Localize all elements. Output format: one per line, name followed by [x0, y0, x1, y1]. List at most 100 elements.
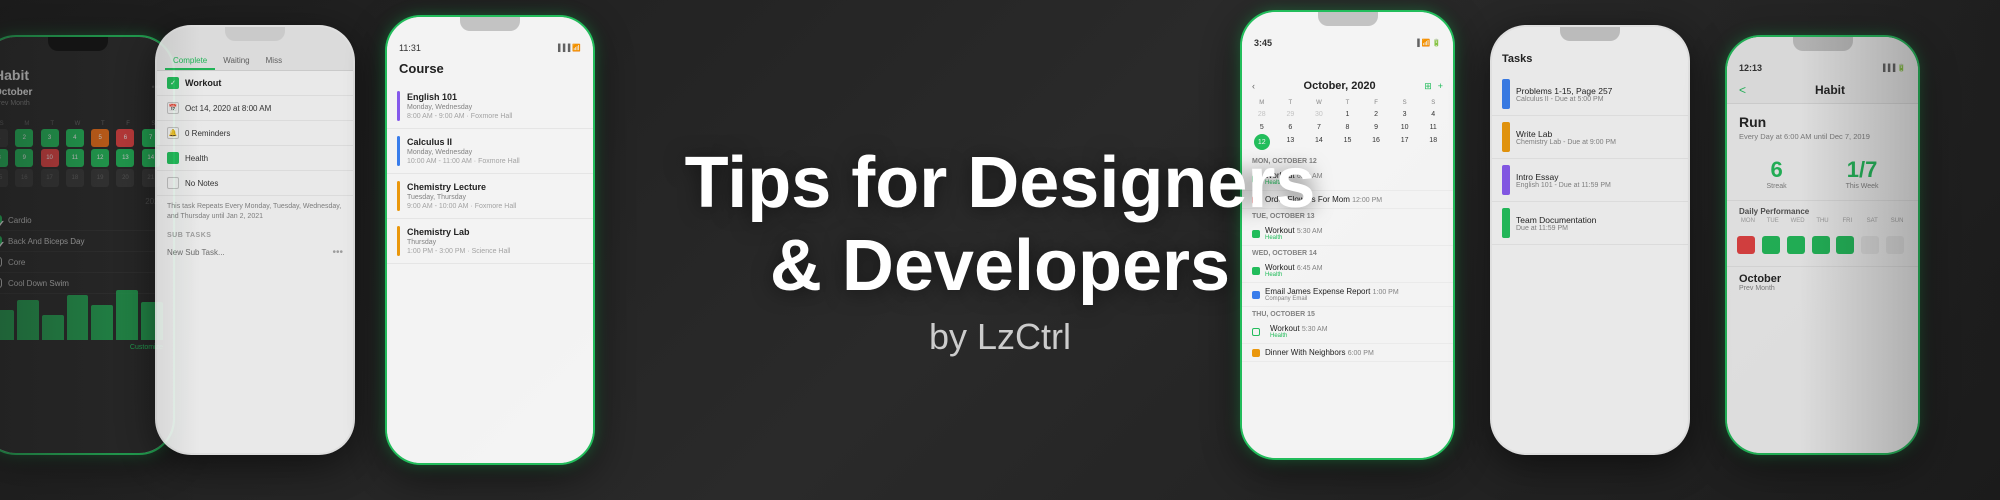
cal-prev-icon[interactable]: ‹ [1252, 81, 1255, 91]
bar-5 [91, 305, 113, 340]
english-color-bar [397, 91, 400, 121]
calendar-dates-row1: 28 29 30 1 2 3 4 [1242, 108, 1453, 121]
hd-streak-label: Streak [1766, 183, 1786, 190]
notes-row: No Notes [157, 171, 353, 196]
chem-lec-name: Chemistry Lecture [407, 182, 516, 192]
perf-thu [1812, 236, 1830, 254]
cooldown-checkbox[interactable] [0, 278, 2, 288]
perf-wed [1787, 236, 1805, 254]
tag-row: Health [157, 146, 353, 171]
bar-2 [17, 300, 39, 340]
customize-button[interactable]: Customize [0, 344, 173, 351]
writelab-bar [1502, 122, 1510, 152]
daily-perf-label: Daily Performance [1727, 201, 1918, 218]
hd-signal: ▐▐▐ 🔋 [1880, 64, 1906, 72]
calculus-name: Calculus II [407, 137, 520, 147]
chem-lec-time: 9:00 AM - 10:00 AM · Foxmore Hall [407, 203, 516, 210]
cooldown-label: Cool Down Swim [8, 279, 69, 288]
workout-name: Workout [185, 78, 221, 88]
phone-task-detail: Complete Waiting Miss ✓ Workout 📅 Oct 14… [155, 25, 355, 455]
hd-nav: < Habit [1727, 77, 1918, 104]
habit-title: Habit [0, 67, 32, 83]
calculus-time: 10:00 AM - 11:00 AM · Foxmore Hall [407, 158, 520, 165]
workout-icon: ✓ [167, 77, 179, 89]
perf-sat [1861, 236, 1879, 254]
back-button[interactable]: < [1739, 83, 1746, 97]
hd-month-title: October [1739, 273, 1906, 285]
calendar-week-headers: M T W T F S S [1242, 98, 1453, 108]
course-calculus: Calculus II Monday, Wednesday 10:00 AM -… [387, 129, 593, 174]
new-subtask-row: ••• [157, 241, 353, 264]
essay-detail: English 101 - Due at 11:59 PM [1516, 182, 1611, 189]
problems-name: Problems 1-15, Page 257 [1516, 86, 1612, 96]
habit-month: October [0, 87, 32, 98]
notes-icon [167, 177, 179, 189]
perf-mon [1737, 236, 1755, 254]
hd-habit-schedule: Every Day at 6:00 AM until Dec 7, 2019 [1739, 132, 1906, 141]
biceps-label: Back And Biceps Day [8, 237, 84, 246]
task-problems[interactable]: Problems 1-15, Page 257 Calculus II - Du… [1492, 73, 1688, 116]
phone-tasks: Tasks Problems 1-15, Page 257 Calculus I… [1490, 25, 1690, 455]
cal-month-title: October, 2020 [1304, 80, 1376, 92]
reminders-row: 🔔 0 Reminders [157, 121, 353, 146]
habit-item-biceps: ✓ Back And Biceps Day [0, 231, 173, 252]
task-write-lab[interactable]: Write Lab Chemistry Lab - Due at 9:00 PM [1492, 116, 1688, 159]
calendar-month-header: ‹ October, 2020 ⊞ + [1242, 52, 1453, 98]
date-row: 📅 Oct 14, 2020 at 8:00 AM [157, 96, 353, 121]
course-english: English 101 Monday, Wednesday 8:00 AM - … [387, 84, 593, 129]
cardio-label: Cardio [8, 216, 32, 225]
workout-row: ✓ Workout [157, 71, 353, 96]
tab-miss[interactable]: Miss [258, 53, 290, 70]
tag-icon [167, 152, 179, 164]
chem-lab-color-bar [397, 226, 400, 256]
perf-sun [1886, 236, 1904, 254]
tab-complete[interactable]: Complete [165, 53, 215, 70]
hd-thisweek-label: This Week [1846, 183, 1879, 190]
cal-grid-icon[interactable]: ⊞ [1424, 81, 1432, 92]
course-section-title: Course [387, 57, 593, 84]
subtasks-label: SUB TASKS [157, 228, 353, 241]
docs-detail: Due at 11:59 PM [1516, 225, 1596, 232]
phone-habit-detail: 12:13 ▐▐▐ 🔋 < Habit Run Every Day at 6:0… [1725, 35, 1920, 455]
repeat-info: This task Repeats Every Monday, Tuesday,… [157, 196, 353, 228]
biceps-checkbox[interactable]: ✓ [0, 236, 2, 246]
cardio-checkbox[interactable]: ✓ [0, 215, 2, 225]
chem-lab-time: 1:00 PM - 3:00 PM · Science Hall [407, 248, 511, 255]
english-name: English 101 [407, 92, 512, 102]
chem-lab-name: Chemistry Lab [407, 227, 511, 237]
hd-streak-value: 6 [1766, 157, 1786, 183]
essay-name: Intro Essay [1516, 172, 1611, 182]
bar-1 [0, 310, 14, 340]
problems-bar [1502, 79, 1510, 109]
calendar-icon: 📅 [167, 102, 179, 114]
main-title-line2: & Developers [685, 225, 1316, 308]
tasks-title: Tasks [1502, 53, 1678, 65]
essay-bar [1502, 165, 1510, 195]
english-time: 8:00 AM - 9:00 AM · Foxmore Hall [407, 113, 512, 120]
calculus-schedule: Monday, Wednesday [407, 149, 520, 156]
core-label: Core [8, 258, 25, 267]
cal-add-icon[interactable]: + [1438, 81, 1443, 92]
new-subtask-input[interactable] [167, 248, 332, 257]
cal-signal: ▐ 📶 🔋 [1415, 39, 1441, 47]
hd-thisweek-value: 1/7 [1846, 157, 1879, 183]
task-team-docs[interactable]: Team Documentation Due at 11:59 PM [1492, 202, 1688, 245]
tasks-list: Problems 1-15, Page 257 Calculus II - Du… [1492, 73, 1688, 245]
chem-lec-color-bar [397, 181, 400, 211]
hd-habit-info: Run Every Day at 6:00 AM until Dec 7, 20… [1727, 104, 1918, 147]
habit-item-cooldown: Cool Down Swim [0, 273, 173, 294]
tab-waiting[interactable]: Waiting [215, 53, 257, 70]
hd-month-section: October Prev Month [1727, 266, 1918, 298]
bar-3 [42, 315, 64, 340]
core-checkbox[interactable] [0, 257, 2, 267]
task-intro-essay[interactable]: Intro Essay English 101 - Due at 11:59 P… [1492, 159, 1688, 202]
phone-habit-dark: Habit October Prev Month ••• S M T W T F… [0, 35, 175, 455]
hd-time: 12:13 [1739, 63, 1762, 73]
bar-6 [116, 290, 138, 340]
center-text-block: Tips for Designers & Developers by LzCtr… [685, 142, 1316, 358]
phone-course-list: 11:31 ▐▐▐ 📶 Course English 101 Monday, W… [385, 15, 595, 465]
banner-container: Habit October Prev Month ••• S M T W T F… [0, 0, 2000, 500]
writelab-detail: Chemistry Lab - Due at 9:00 PM [1516, 139, 1616, 146]
hd-habit-name: Run [1739, 114, 1906, 130]
writelab-name: Write Lab [1516, 129, 1616, 139]
